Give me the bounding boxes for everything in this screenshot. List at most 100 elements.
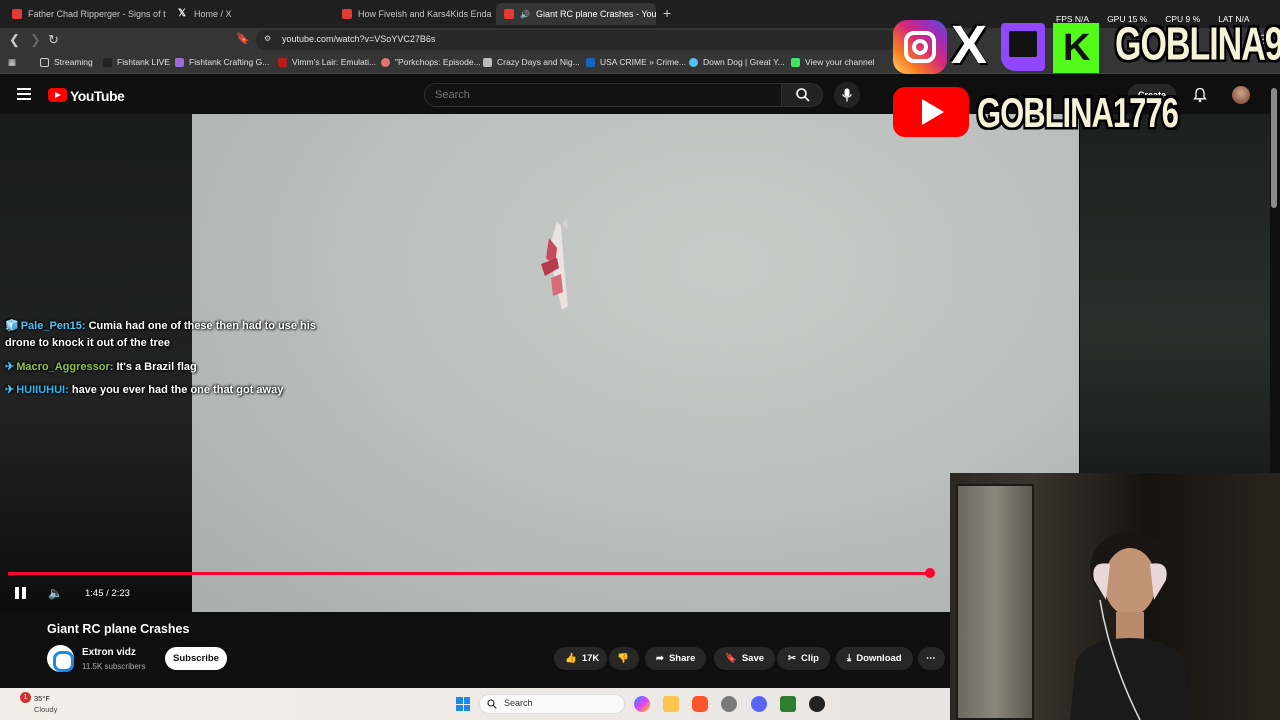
search-input[interactable] — [424, 83, 782, 107]
new-tab-button[interactable]: + — [663, 5, 671, 21]
back-arrow-icon[interactable]: ❮ — [9, 32, 20, 48]
folder-icon — [40, 57, 49, 67]
bookmark-item[interactable]: Down Dog | Great Y... — [689, 57, 785, 67]
settings-gear-icon[interactable] — [721, 696, 737, 712]
progress-scrubber[interactable] — [925, 568, 935, 578]
instagram-logo-icon — [893, 20, 947, 74]
background-blur — [1080, 114, 1270, 474]
youtube-logo-icon — [893, 87, 969, 137]
windows-start-icon[interactable] — [456, 697, 470, 711]
taskbar-search-label: Search — [504, 698, 533, 708]
weather-description[interactable]: Cloudy — [34, 705, 57, 714]
obs-studio-icon[interactable] — [809, 696, 825, 712]
weather-notification-badge: 1 — [20, 692, 31, 703]
clip-button[interactable]: ✂ Clip — [777, 647, 830, 670]
taskbar-search-input[interactable] — [479, 694, 625, 714]
video-title: Giant RC plane Crashes — [47, 622, 190, 636]
voice-search-button[interactable] — [834, 82, 860, 108]
download-button[interactable]: ⤓ Download — [836, 647, 913, 670]
browser-tab[interactable]: 𝕏 Home / X — [170, 3, 330, 25]
globe-icon — [381, 57, 390, 67]
dog-icon — [689, 57, 698, 67]
search-icon — [796, 88, 810, 102]
youtube-favicon-icon — [504, 9, 514, 19]
channel-name[interactable]: Extron vidz — [82, 647, 136, 658]
vimm-icon — [278, 57, 287, 67]
bookmark-item[interactable]: Crazy Days and Nig... — [483, 57, 580, 67]
page-icon — [483, 57, 492, 67]
bookmark-item[interactable]: Streaming — [40, 57, 93, 67]
brave-browser-icon[interactable] — [692, 696, 708, 712]
pin-badge-icon: ✈ — [5, 361, 15, 373]
save-button[interactable]: 🔖 Save — [714, 647, 776, 670]
hamburger-menu-icon[interactable] — [17, 88, 31, 103]
page-scrollbar[interactable] — [1271, 88, 1277, 208]
subscriber-count: 11.5K subscribers — [82, 662, 146, 671]
youtube-favicon-icon — [342, 9, 352, 19]
dislike-button[interactable]: 👎 — [609, 647, 639, 670]
like-button[interactable]: 👍 17K — [554, 647, 607, 670]
weather-temperature[interactable]: 35°F — [34, 694, 50, 703]
bookmark-item[interactable]: Fishtank Crafting G... — [175, 57, 269, 67]
bookmark-icon[interactable]: 🔖 — [236, 32, 250, 45]
chat-message: ✈ Macro_Aggressor: It's a Brazil flag — [5, 361, 197, 373]
bookmark-item[interactable]: Vimm's Lair: Emulati... — [278, 57, 376, 67]
chat-message: ✈ HUIIUHUI: have you ever had the one tha… — [5, 384, 284, 396]
pause-button[interactable] — [15, 587, 27, 599]
url-text: youtube.com/watch?v=VSoYVC27B6s — [282, 34, 436, 44]
progress-bar[interactable] — [8, 572, 930, 575]
channel-avatar[interactable] — [47, 645, 74, 672]
file-explorer-icon[interactable] — [663, 696, 679, 712]
tab-title: How Fiveish and Kars4Kids Endanger — [358, 9, 492, 19]
kick-handle: GOBLINA911 — [1115, 19, 1280, 71]
social-handles-overlay: X K GOBLINA911 GOBLINA1776 — [893, 15, 1280, 137]
tab-title: Home / X — [194, 9, 232, 19]
browser-tab-active[interactable]: 🔊 Giant RC plane Crashes - You ✕ — [496, 3, 656, 25]
performance-stats: FPS N/A GPU 15 % CPU 9 % LAT N/A — [1056, 14, 1250, 24]
share-arrow-icon: ➦ — [656, 653, 664, 664]
webcam-background-door — [956, 484, 1034, 720]
browser-tab[interactable]: How Fiveish and Kars4Kids Endanger — [334, 3, 492, 25]
search-button[interactable] — [781, 83, 823, 107]
bookmark-item[interactable]: "Porkchops: Episode... — [381, 57, 481, 67]
youtube-logo-icon[interactable] — [48, 88, 67, 102]
more-dots-icon: ⋯ — [926, 653, 936, 664]
tab-title: Giant RC plane Crashes - You — [535, 9, 656, 19]
twitch-logo-icon — [1001, 23, 1045, 71]
speaker-icon: 🔊 — [520, 9, 530, 19]
notepad-icon[interactable] — [780, 696, 796, 712]
bookmark-item[interactable]: Fishtank LIVE — [103, 57, 170, 67]
x-logo-icon: 𝕏 — [178, 8, 187, 19]
site-info-icon[interactable]: ⚙ — [264, 34, 271, 43]
page-icon — [586, 57, 595, 67]
chat-message: 🧊 Pale_Pen15: Cumia had one of these then… — [5, 320, 316, 349]
reload-icon[interactable]: ↻ — [48, 32, 59, 48]
pin-badge-icon: ✈ — [5, 384, 15, 396]
scissors-icon: ✂ — [788, 653, 796, 664]
time-display: 1:45 / 2:23 — [85, 588, 130, 599]
more-actions-button[interactable]: ⋯ — [918, 647, 945, 670]
x-logo-icon: X — [951, 15, 988, 75]
volume-icon[interactable]: 🔈 — [48, 586, 63, 600]
browser-tab[interactable]: Father Chad Ripperger - Signs of the — [4, 3, 166, 25]
cube-badge-icon: 🧊 — [5, 320, 19, 332]
thumbs-down-icon: 👎 — [617, 653, 629, 664]
bookmark-item[interactable]: View your channel — [791, 57, 874, 67]
copilot-icon[interactable] — [634, 696, 650, 712]
download-icon: ⤓ — [847, 653, 852, 664]
forward-arrow-icon[interactable]: ❯ — [30, 32, 41, 48]
tab-title: Father Chad Ripperger - Signs of the — [28, 9, 166, 19]
windows-taskbar — [0, 688, 950, 720]
share-button[interactable]: ➦ Share — [645, 647, 707, 670]
search-icon — [487, 699, 497, 709]
apps-grid-icon[interactable]: ▦ — [8, 57, 16, 68]
youtube-brand[interactable]: YouTube — [70, 88, 125, 104]
discord-icon[interactable] — [751, 696, 767, 712]
thumbs-up-icon: 👍 — [565, 653, 577, 664]
kick-logo-icon: K — [1053, 23, 1099, 73]
rc-plane-image — [541, 218, 568, 310]
streamer-webcam-image — [1070, 532, 1190, 720]
subscribe-button[interactable]: Subscribe — [165, 647, 227, 670]
bookmark-item[interactable]: USA CRIME » Crime... — [586, 57, 686, 67]
video-frame[interactable] — [192, 114, 1079, 612]
